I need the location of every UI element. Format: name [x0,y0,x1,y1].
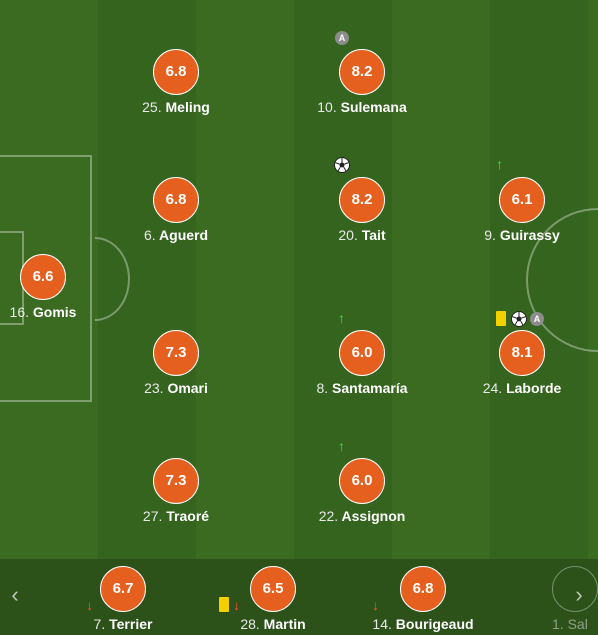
player-name: 6. Aguerd [143,227,209,243]
player-name: 9. Guirassy [484,227,560,243]
player-sulemana[interactable]: 8.2 10. Sulemana [292,49,432,115]
player-name: 7. Terrier [93,616,153,632]
rating-badge: 6.5 [250,566,296,612]
rating-badge: 8.2 [339,177,385,223]
captain-icon: A [335,31,349,45]
captain-icon: A [530,312,544,326]
player-guirassy[interactable]: 6.1 9. Guirassy [452,177,592,243]
player-laborde[interactable]: 8.1 24. Laborde [452,330,592,396]
arrow-down-icon: ↓ [86,597,93,613]
bench-player-partial-name: 1. Sal [552,616,588,632]
rating-badge: 8.1 [499,330,545,376]
player-name: 28. Martin [240,616,306,632]
player-name: 23. Omari [144,380,208,396]
player-name: 22. Assignon [318,508,406,524]
rating-badge: 8.2 [339,49,385,95]
rating-badge: 6.6 [20,254,66,300]
player-name: 25. Meling [142,99,210,115]
player-name: 8. Santamaría [316,380,408,396]
player-aguerd[interactable]: 6.8 6. Aguerd [106,177,246,243]
rating-badge: 6.8 [400,566,446,612]
arrow-up-icon: ↑ [338,310,345,326]
carousel-prev-button[interactable]: ‹ [0,580,30,610]
rating-badge: 6.7 [100,566,146,612]
player-name: 14. Bourigeaud [372,616,474,632]
soccer-ball-icon [334,157,350,173]
rating-badge: 7.3 [153,458,199,504]
rating-badge: 6.0 [339,330,385,376]
rating-badge: 6.8 [153,177,199,223]
player-santamaria[interactable]: 6.0 8. Santamaría [292,330,432,396]
player-gomis[interactable]: 6.6 16. Gomis [0,254,113,320]
yellow-card-icon [219,597,229,612]
rating-badge: 6.1 [499,177,545,223]
rating-badge: 6.0 [339,458,385,504]
bench-player-bourigeaud[interactable]: 6.8 14. Bourigeaud [348,566,498,632]
carousel-next-button[interactable]: › [564,580,594,610]
player-name: 27. Traoré [142,508,210,524]
player-name: 16. Gomis [9,304,77,320]
player-name: 10. Sulemana [317,99,407,115]
yellow-card-icon [496,311,506,326]
arrow-up-icon: ↑ [496,156,503,172]
player-name: 24. Laborde [482,380,562,396]
rating-badge: 6.8 [153,49,199,95]
arrow-up-icon: ↑ [338,438,345,454]
player-name: 20. Tait [338,227,386,243]
rating-badge: 7.3 [153,330,199,376]
pitch: 6.8 25. Meling 8.2 10. Sulemana A 6.8 6.… [0,0,598,559]
bench-player-terrier[interactable]: 6.7 7. Terrier [48,566,198,632]
player-omari[interactable]: 7.3 23. Omari [106,330,246,396]
player-assignon[interactable]: 6.0 22. Assignon [292,458,432,524]
arrow-down-icon: ↓ [372,597,379,613]
soccer-ball-icon [511,311,527,327]
player-meling[interactable]: 6.8 25. Meling [106,49,246,115]
player-traore[interactable]: 7.3 27. Traoré [106,458,246,524]
player-tait[interactable]: 8.2 20. Tait [292,177,432,243]
arrow-down-icon: ↓ [233,597,240,613]
